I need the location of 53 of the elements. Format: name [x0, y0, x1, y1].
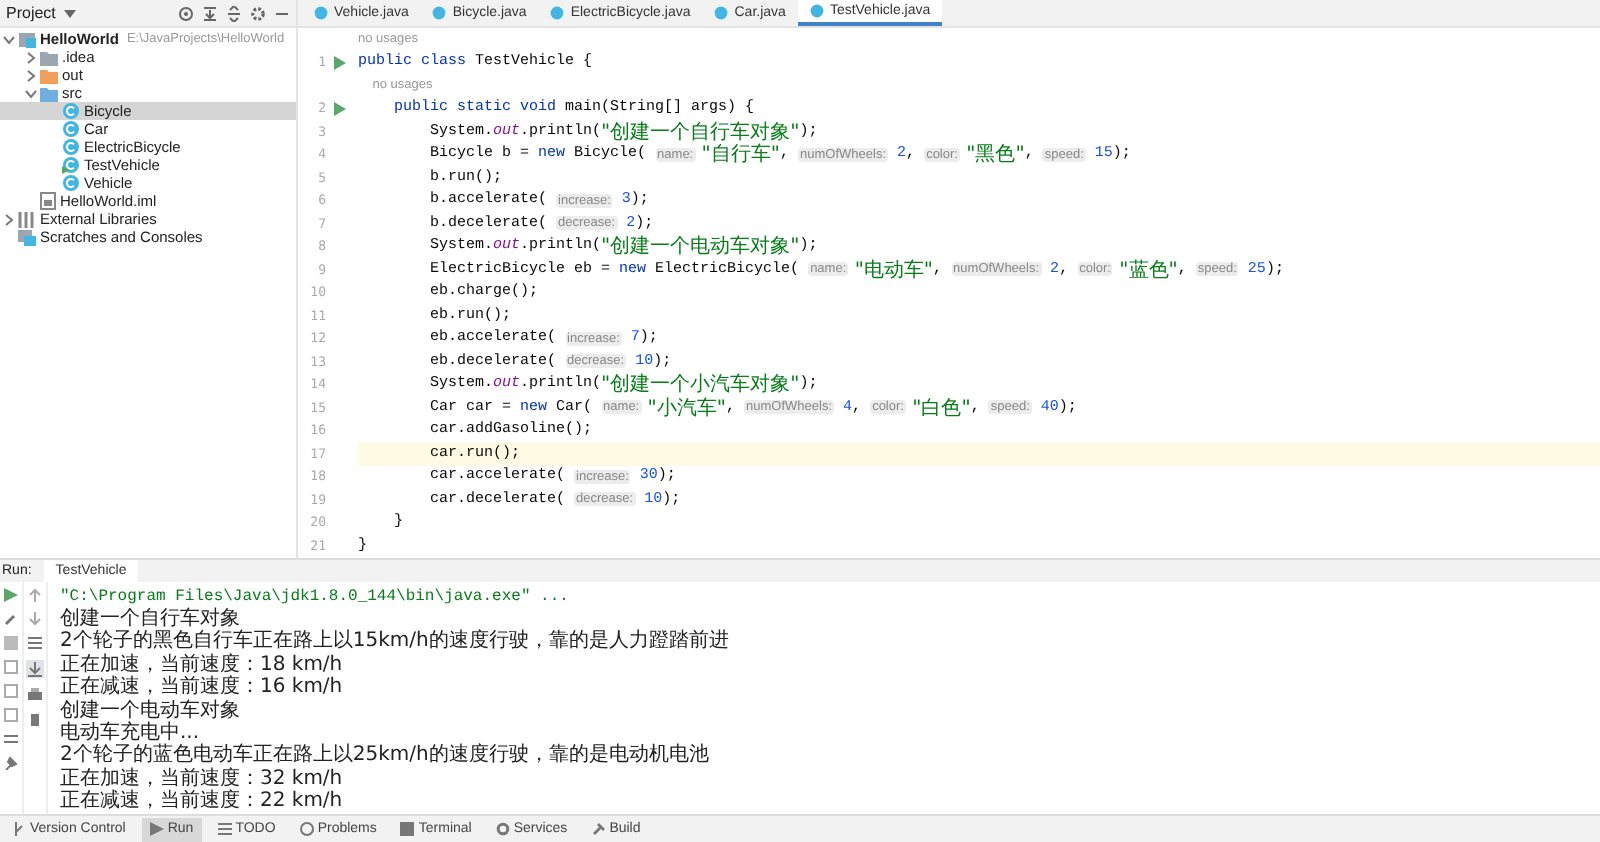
console-line: "C:\Program Files\Java\jdk1.8.0_144\bin\java.exe" ... — [60, 585, 571, 607]
class-icon — [62, 174, 80, 192]
class-icon — [62, 138, 80, 156]
info-icon — [299, 822, 314, 837]
class-icon — [314, 6, 328, 20]
pin-icon[interactable] — [4, 755, 18, 770]
run-icon[interactable] — [334, 55, 346, 70]
print-icon[interactable] — [28, 687, 42, 702]
console-line: 正在加速，当前速度：32 km/h — [60, 767, 345, 790]
library-icon — [18, 211, 36, 227]
play-icon — [149, 822, 164, 837]
play-icon[interactable] — [4, 587, 18, 602]
module-icon — [18, 31, 36, 47]
chevron-icon[interactable] — [4, 213, 14, 225]
class-icon — [809, 4, 824, 18]
console-line: 创建一个电动车对象 — [60, 699, 242, 722]
list-icon[interactable] — [4, 731, 18, 746]
console-line: 创建一个自行车对象 — [60, 608, 240, 631]
hammer-icon — [591, 822, 606, 837]
console-line: 正在加速，当前速度：18 km/h — [60, 653, 345, 676]
settings-icon[interactable] — [250, 5, 266, 21]
console-line: 2个轮子的蓝色电动车正在路上以25km/h的速度行驶，靠的是电动机电池 — [60, 744, 711, 767]
scratch-icon — [18, 229, 36, 245]
scroll-end-icon[interactable] — [26, 659, 44, 678]
class-icon — [62, 156, 80, 174]
trash-icon[interactable] — [28, 711, 42, 726]
console-line: 正在减速，当前速度：16 km/h — [60, 676, 345, 699]
branch-icon — [12, 822, 26, 837]
chevron-icon[interactable] — [3, 34, 15, 44]
wrap-icon[interactable] — [28, 635, 42, 650]
console-line: 2个轮子的黑色自行车正在路上以15km/h的速度行驶，靠的是人力蹬踏前进 — [60, 630, 729, 653]
run-icon[interactable] — [334, 101, 346, 116]
caret-icon[interactable] — [63, 9, 76, 17]
chevron-icon[interactable] — [26, 69, 36, 81]
chevron-icon[interactable] — [26, 51, 36, 63]
list-icon — [217, 822, 232, 837]
expand-all-icon[interactable] — [202, 5, 218, 21]
class-icon — [62, 120, 80, 138]
target-icon[interactable] — [178, 5, 194, 21]
up-arrow-icon[interactable] — [28, 587, 42, 602]
gear-icon — [495, 822, 510, 837]
project-view-selector[interactable]: Project — [6, 4, 56, 22]
class-icon — [62, 102, 80, 120]
class-icon — [714, 6, 729, 20]
file-icon — [40, 192, 56, 210]
down-arrow-icon[interactable] — [28, 611, 42, 626]
chevron-icon[interactable] — [25, 88, 37, 98]
terminal-icon — [400, 822, 415, 837]
class-icon — [550, 6, 565, 20]
console-line: 正在减速，当前速度：22 km/h — [60, 790, 345, 814]
collapse-all-icon[interactable] — [226, 5, 242, 21]
class-icon — [432, 6, 447, 20]
console-line: 电动车充电中... — [60, 722, 200, 745]
